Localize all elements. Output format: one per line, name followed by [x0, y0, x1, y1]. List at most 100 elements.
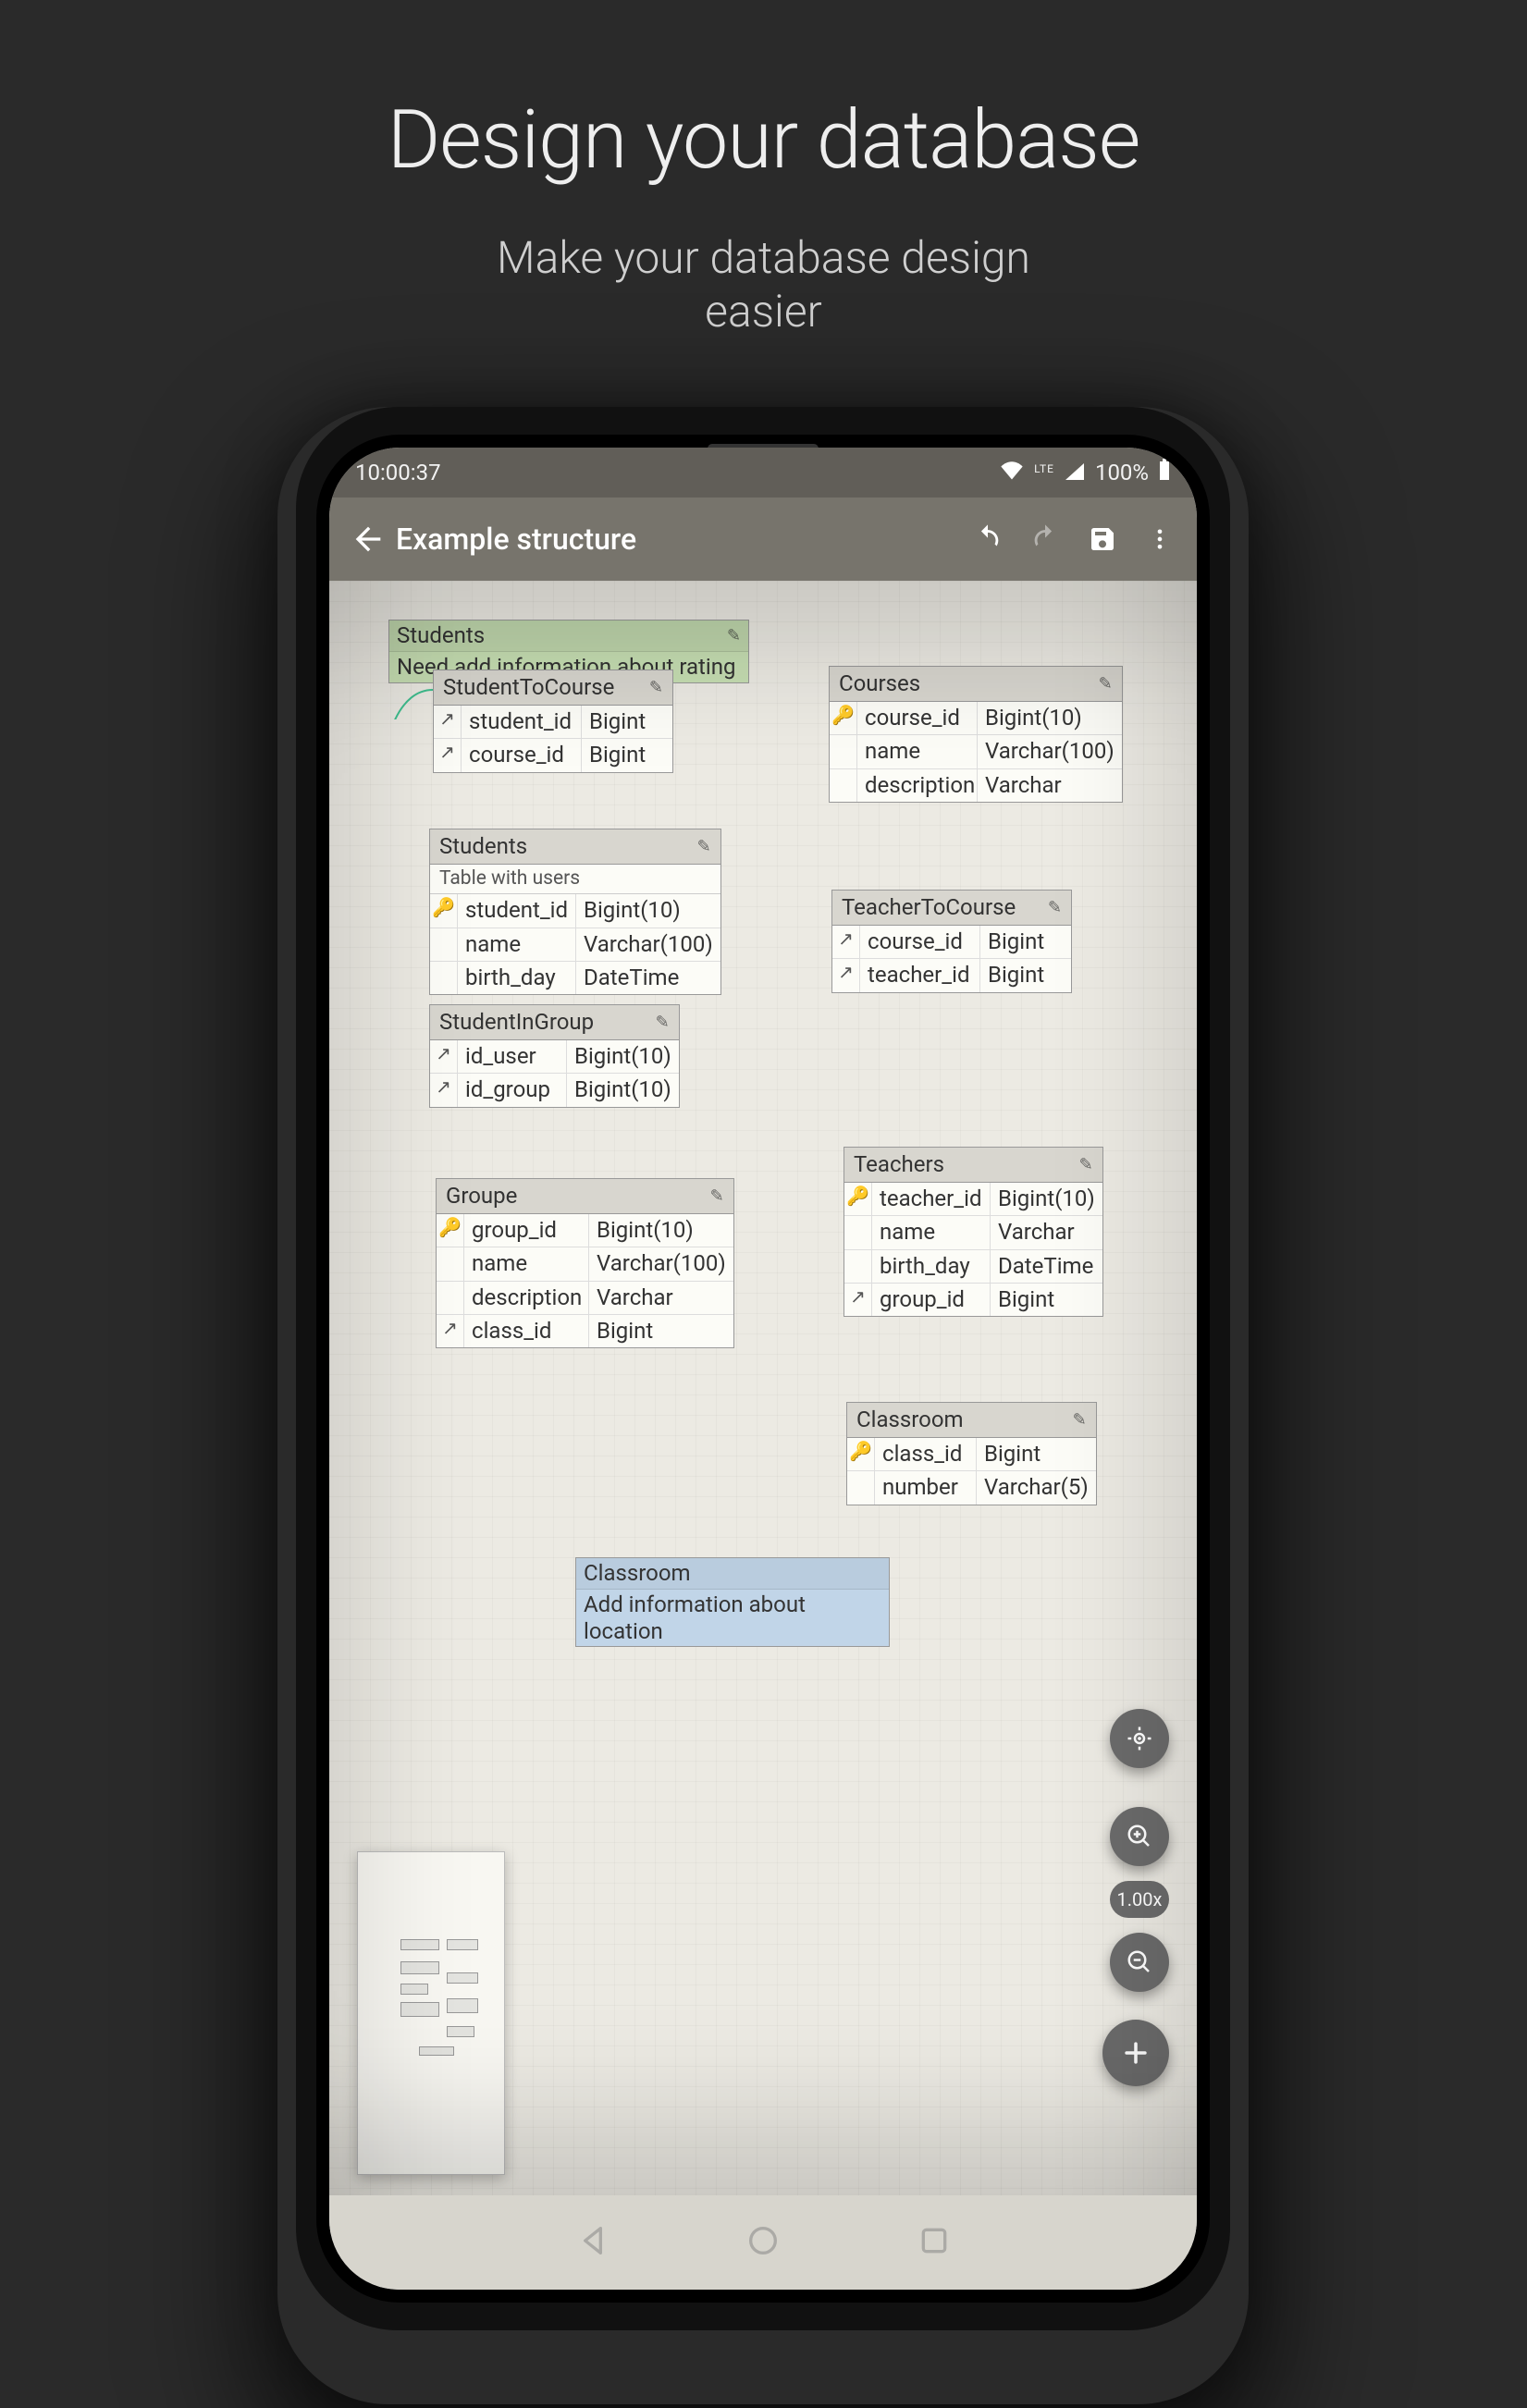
table-title: StudentToCourse	[443, 673, 614, 702]
undo-button[interactable]	[971, 522, 1004, 556]
pencil-icon[interactable]: ✎	[649, 677, 663, 698]
promo-subtitle: Make your database design easier	[0, 231, 1527, 338]
fk-icon: ↗	[437, 1315, 464, 1347]
table-studenttocourse[interactable]: StudentToCourse ✎ ↗student_idBigint ↗cou…	[433, 670, 673, 773]
zoom-in-button[interactable]	[1110, 1807, 1169, 1866]
table-title: Teachers	[854, 1150, 944, 1179]
nav-recent-icon[interactable]	[916, 2222, 953, 2263]
fk-icon: ↗	[832, 926, 860, 958]
col-name: number	[875, 1471, 977, 1504]
pk-icon: 🔑	[430, 894, 458, 927]
col-name: course_id	[857, 702, 978, 734]
statusbar: 10:00:37 LTE 100%	[329, 448, 1197, 498]
clock: 10:00:37	[355, 460, 441, 485]
table-title: Students	[439, 832, 527, 861]
note-classroom[interactable]: Classroom Add information about location	[575, 1557, 890, 1647]
col-type: Bigint(10)	[576, 894, 688, 927]
col-type: Bigint(10)	[589, 1214, 701, 1247]
phone-frame: 10:00:37 LTE 100%	[296, 407, 1230, 2330]
redo-button[interactable]	[1028, 522, 1062, 556]
promo-title: Design your database	[0, 92, 1527, 188]
col-type: DateTime	[576, 962, 686, 994]
fk-icon: ↗	[434, 706, 462, 738]
col-name: student_id	[458, 894, 576, 927]
zoom-out-button[interactable]	[1110, 1933, 1169, 1992]
pencil-icon[interactable]: ✎	[1099, 673, 1113, 694]
table-title: Groupe	[446, 1182, 517, 1210]
pencil-icon[interactable]: ✎	[710, 1186, 724, 1207]
zoom-level-label: 1.00x	[1110, 1881, 1169, 1918]
col-type: Bigint	[980, 959, 1052, 991]
col-name: description	[464, 1282, 589, 1314]
add-button[interactable]	[1102, 2020, 1169, 2086]
col-type: Varchar	[978, 769, 1069, 802]
pencil-icon[interactable]: ✎	[727, 626, 741, 646]
appbar: Example structure	[329, 498, 1197, 581]
col-type: Bigint(10)	[567, 1040, 679, 1073]
table-title: StudentInGroup	[439, 1008, 594, 1037]
table-title: Classroom	[856, 1406, 964, 1434]
col-name: description	[857, 769, 978, 802]
pencil-icon[interactable]: ✎	[1073, 1409, 1087, 1431]
col-name: teacher_id	[860, 959, 980, 991]
fk-icon: ↗	[844, 1284, 872, 1316]
table-teachertocourse[interactable]: TeacherToCourse ✎ ↗course_idBigint ↗teac…	[831, 890, 1072, 993]
col-type: Bigint	[582, 706, 653, 738]
center-view-button[interactable]	[1110, 1709, 1169, 1768]
fk-icon: ↗	[832, 959, 860, 991]
col-name: course_id	[860, 926, 980, 958]
col-type: Bigint	[991, 1284, 1062, 1316]
col-type: Bigint	[589, 1315, 660, 1347]
pencil-icon[interactable]: ✎	[1079, 1154, 1093, 1175]
pk-icon: 🔑	[847, 1438, 875, 1470]
system-navbar	[329, 2195, 1197, 2290]
back-button[interactable]	[340, 521, 396, 558]
table-studentingroup[interactable]: StudentInGroup ✎ ↗id_userBigint(10) ↗id_…	[429, 1004, 680, 1108]
col-type: Bigint(10)	[991, 1183, 1102, 1215]
pencil-icon[interactable]: ✎	[697, 836, 711, 857]
battery-label: 100%	[1095, 460, 1149, 485]
col-name: class_id	[875, 1438, 977, 1470]
table-students[interactable]: Students ✎ Table with users 🔑student_idB…	[429, 829, 721, 995]
col-type: Varchar(100)	[576, 928, 720, 961]
col-name: id_group	[458, 1074, 567, 1106]
table-title: Courses	[839, 670, 920, 698]
battery-icon	[1158, 459, 1171, 486]
signal-icon	[1064, 460, 1086, 485]
col-name: name	[464, 1247, 589, 1280]
col-name: name	[872, 1216, 991, 1248]
table-classroom[interactable]: Classroom ✎ 🔑class_idBigint numberVarcha…	[846, 1402, 1097, 1505]
overflow-menu-button[interactable]	[1143, 522, 1176, 556]
col-type: Bigint(10)	[567, 1074, 679, 1106]
nav-back-icon[interactable]	[574, 2222, 611, 2263]
table-courses[interactable]: Courses ✎ 🔑course_idBigint(10) nameVarch…	[829, 666, 1123, 803]
pk-icon: 🔑	[437, 1214, 464, 1247]
note-body-text: Add information about location	[576, 1590, 889, 1647]
col-type: Bigint	[582, 739, 653, 771]
screen: 10:00:37 LTE 100%	[329, 448, 1197, 2290]
col-name: name	[857, 735, 978, 768]
pencil-icon[interactable]: ✎	[656, 1012, 670, 1033]
table-groupe[interactable]: Groupe ✎ 🔑group_idBigint(10) nameVarchar…	[436, 1178, 734, 1348]
table-teachers[interactable]: Teachers ✎ 🔑teacher_idBigint(10) nameVar…	[844, 1147, 1103, 1317]
col-type: Bigint(10)	[978, 702, 1090, 734]
nav-home-icon[interactable]	[745, 2222, 782, 2263]
table-title: TeacherToCourse	[842, 893, 1016, 922]
minimap[interactable]	[357, 1851, 505, 2175]
col-name: name	[458, 928, 576, 961]
col-name: birth_day	[458, 962, 576, 994]
save-button[interactable]	[1086, 522, 1119, 556]
pencil-icon[interactable]: ✎	[1048, 897, 1062, 918]
col-name: course_id	[462, 739, 582, 771]
lte-label: LTE	[1034, 462, 1054, 475]
diagram-canvas[interactable]: Students ✎ Need add information about ra…	[329, 581, 1197, 2195]
col-name: id_user	[458, 1040, 567, 1073]
col-name: group_id	[872, 1284, 991, 1316]
fk-icon: ↗	[430, 1074, 458, 1106]
col-name: group_id	[464, 1214, 589, 1247]
fk-icon: ↗	[430, 1040, 458, 1073]
col-type: Varchar	[991, 1216, 1082, 1248]
table-subtitle: Table with users	[430, 865, 720, 894]
col-name: teacher_id	[872, 1183, 991, 1215]
col-type: Varchar(100)	[589, 1247, 733, 1280]
